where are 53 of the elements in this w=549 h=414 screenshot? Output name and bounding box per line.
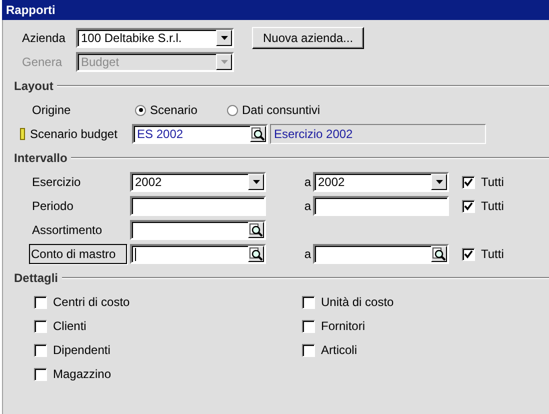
checkbox[interactable] (34, 368, 47, 380)
to-field[interactable]: 2002 (313, 172, 449, 192)
field-label: Origine (32, 103, 72, 117)
field-label: Assortimento (31, 223, 104, 237)
scenario-description: Esercizio 2002 (270, 124, 486, 144)
from-field[interactable] (130, 220, 266, 240)
checkbox[interactable] (302, 296, 315, 308)
field-label: Conto di mastro (29, 244, 127, 264)
checkbox-label: Unità di costo (321, 295, 394, 309)
checkbox-label: Dipendenti (53, 343, 110, 357)
from-field[interactable] (130, 196, 266, 216)
checkbox-label: Tutti (481, 175, 504, 189)
field-label: Periodo (31, 199, 74, 213)
checkbox[interactable] (462, 176, 475, 188)
checkbox-label: Magazzino (53, 367, 112, 381)
new-company-button[interactable]: Nuova azienda... (252, 27, 364, 49)
radio-option[interactable]: Dati consuntivi (227, 103, 347, 117)
to-field[interactable] (313, 244, 449, 264)
checkbox[interactable] (34, 296, 47, 308)
company-dropdown[interactable]: 100 Deltabike S.r.l. (76, 28, 234, 48)
checkbox-label: Articoli (321, 343, 358, 357)
search-icon[interactable] (250, 126, 266, 142)
scenario-field[interactable]: ES 2002 (132, 124, 268, 144)
checkbox[interactable] (462, 200, 475, 212)
section-title: Intervallo (14, 151, 68, 165)
from-field[interactable] (130, 244, 266, 264)
checkbox[interactable] (302, 320, 315, 332)
to-label: a (303, 175, 312, 189)
to-label: a (303, 247, 312, 261)
checkbox[interactable] (302, 344, 315, 356)
checkbox[interactable] (34, 320, 47, 332)
search-icon[interactable] (248, 246, 264, 262)
checkbox-label: Tutti (481, 199, 504, 213)
checkbox[interactable] (462, 248, 475, 260)
from-field[interactable]: 2002 (130, 172, 266, 192)
to-field[interactable] (313, 196, 449, 216)
to-label: a (303, 199, 312, 213)
search-icon[interactable] (431, 246, 447, 262)
field-label: Scenario budget (30, 127, 118, 141)
field-label: Azienda (22, 31, 66, 45)
field-label: Esercizio (31, 175, 82, 189)
section-title: Layout (14, 79, 54, 93)
checkbox-label: Centri di costo (53, 295, 130, 309)
checkbox[interactable] (34, 344, 47, 356)
section-title: Dettagli (14, 271, 58, 285)
search-icon[interactable] (248, 222, 264, 238)
field-label: Genera (22, 55, 64, 69)
checkbox-label: Clienti (53, 319, 86, 333)
checkbox-label: Fornitori (321, 319, 366, 333)
checkbox-label: Tutti (481, 247, 504, 261)
radio-option[interactable]: Scenario (135, 103, 227, 117)
required-marker-icon (20, 128, 25, 140)
window-title: Rapporti (2, 0, 549, 20)
